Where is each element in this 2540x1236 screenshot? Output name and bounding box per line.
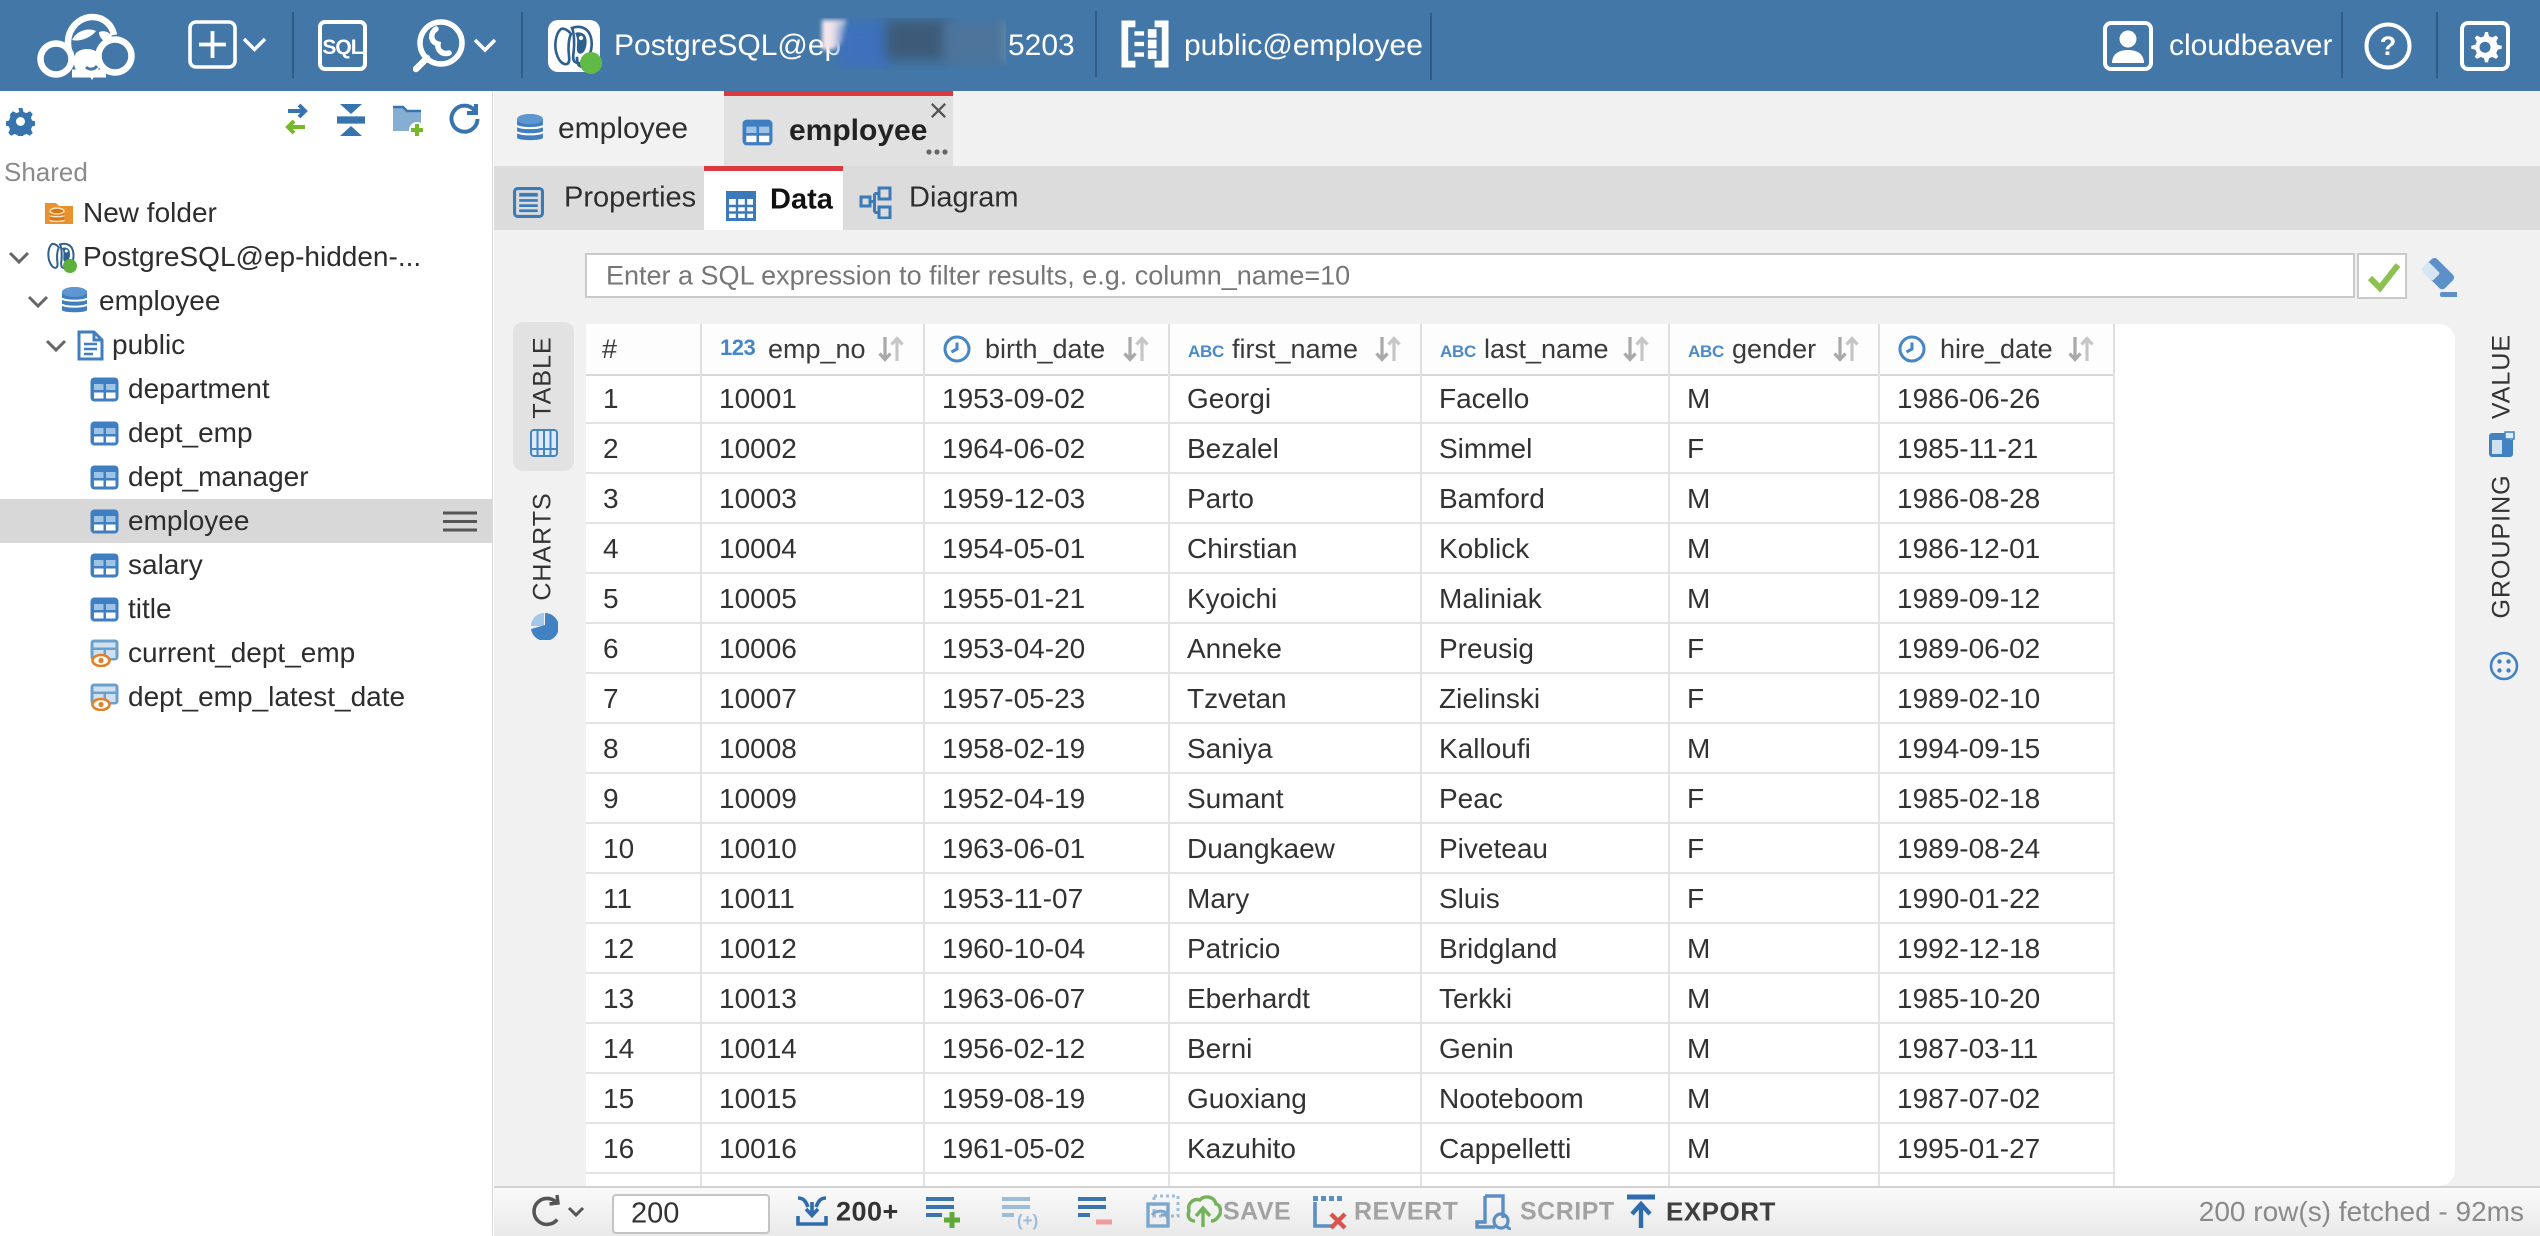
svg-text:?: ? xyxy=(2380,31,2397,61)
svg-text:SQL: SQL xyxy=(322,36,363,59)
svg-text:(+): (+) xyxy=(1017,1211,1038,1230)
